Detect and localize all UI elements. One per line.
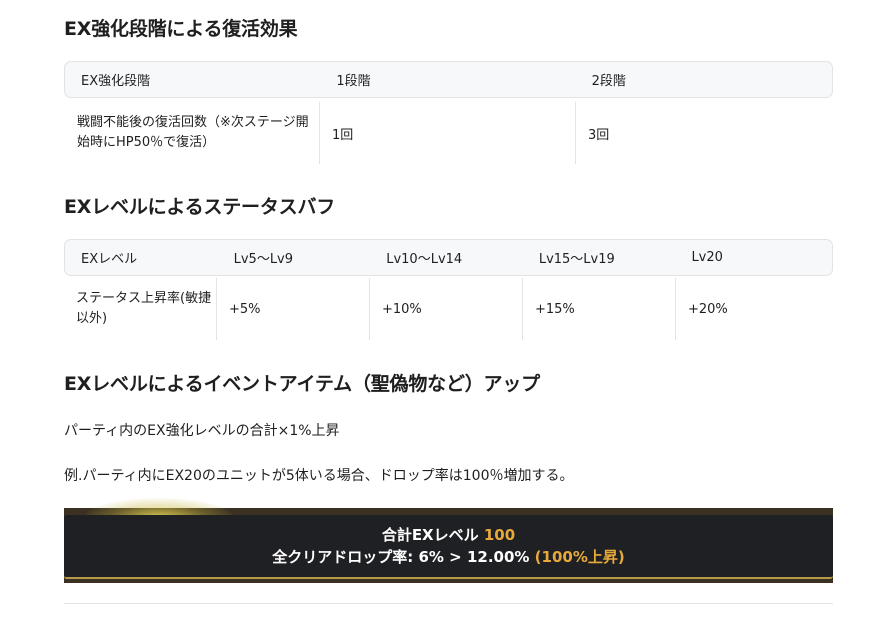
section-heading-status-buff: EXレベルによるステータスバフ bbox=[64, 196, 336, 218]
table-cell: +10% bbox=[370, 278, 523, 340]
table-header-cell: Lv20 bbox=[691, 250, 723, 265]
revival-table: EX強化段階 1段階 2段階 戦闘不能後の復活回数（※次ステージ開始時にHP50… bbox=[64, 61, 833, 164]
section-divider bbox=[64, 603, 833, 604]
table-cell: 1回 bbox=[320, 102, 576, 164]
table-cell: 3回 bbox=[588, 127, 610, 143]
total-ex-level-line: 合計EXレベル 100 bbox=[64, 524, 833, 546]
table-cell: +15% bbox=[523, 278, 676, 340]
table-cell: +20% bbox=[688, 301, 728, 317]
table-header-cell: Lv10～Lv14 bbox=[386, 252, 463, 267]
table-cell: +5% bbox=[217, 278, 370, 340]
event-item-description: パーティ内のEX強化レベルの合計×1%上昇 bbox=[64, 423, 340, 439]
drop-rate-line: 全クリアドロップ率: 6% > 12.00% (100%上昇) bbox=[64, 546, 833, 568]
table-cell: 戦闘不能後の復活回数（※次ステージ開始時にHP50％で復活） bbox=[64, 102, 320, 164]
status-buff-table: EXレベル Lv5～Lv9 Lv10～Lv14 Lv15～Lv19 Lv20 ス… bbox=[64, 239, 833, 340]
section-heading-event-item: EXレベルによるイベントアイテム（聖偽物など）アップ bbox=[64, 373, 540, 395]
table-header-cell: Lv5～Lv9 bbox=[233, 252, 294, 267]
table-header-cell: EXレベル bbox=[81, 252, 138, 267]
table-header-cell: 2段階 bbox=[591, 74, 626, 89]
table-header-cell: Lv15～Lv19 bbox=[538, 252, 615, 267]
table-header-cell: 1段階 bbox=[336, 74, 371, 89]
table-header-row: EXレベル Lv5～Lv9 Lv10～Lv14 Lv15～Lv19 Lv20 bbox=[64, 239, 833, 276]
drop-rate-label: 全クリアドロップ率: 6% > 12.00% bbox=[272, 548, 535, 566]
drop-rate-banner: 合計EXレベル 100 全クリアドロップ率: 6% > 12.00% (100%… bbox=[64, 498, 833, 583]
drop-rate-increase: (100%上昇) bbox=[534, 548, 625, 566]
total-ex-level-value: 100 bbox=[483, 526, 516, 544]
section-heading-revival: EX強化段階による復活効果 bbox=[64, 18, 298, 40]
event-item-example: 例.パーティ内にEX20のユニットが5体いる場合、ドロップ率は100％増加する。 bbox=[64, 468, 574, 484]
banner-panel: 合計EXレベル 100 全クリアドロップ率: 6% > 12.00% (100%… bbox=[64, 515, 833, 579]
total-ex-level-label: 合計EXレベル bbox=[381, 526, 484, 544]
table-header-cell: EX強化段階 bbox=[81, 74, 151, 89]
table-row: ステータス上昇率(敏捷以外) +5% +10% +15% +20% bbox=[64, 278, 833, 340]
table-row: 戦闘不能後の復活回数（※次ステージ開始時にHP50％で復活） 1回 3回 bbox=[64, 102, 833, 164]
table-cell: ステータス上昇率(敏捷以外) bbox=[64, 278, 217, 340]
table-header-row: EX強化段階 1段階 2段階 bbox=[64, 61, 833, 98]
